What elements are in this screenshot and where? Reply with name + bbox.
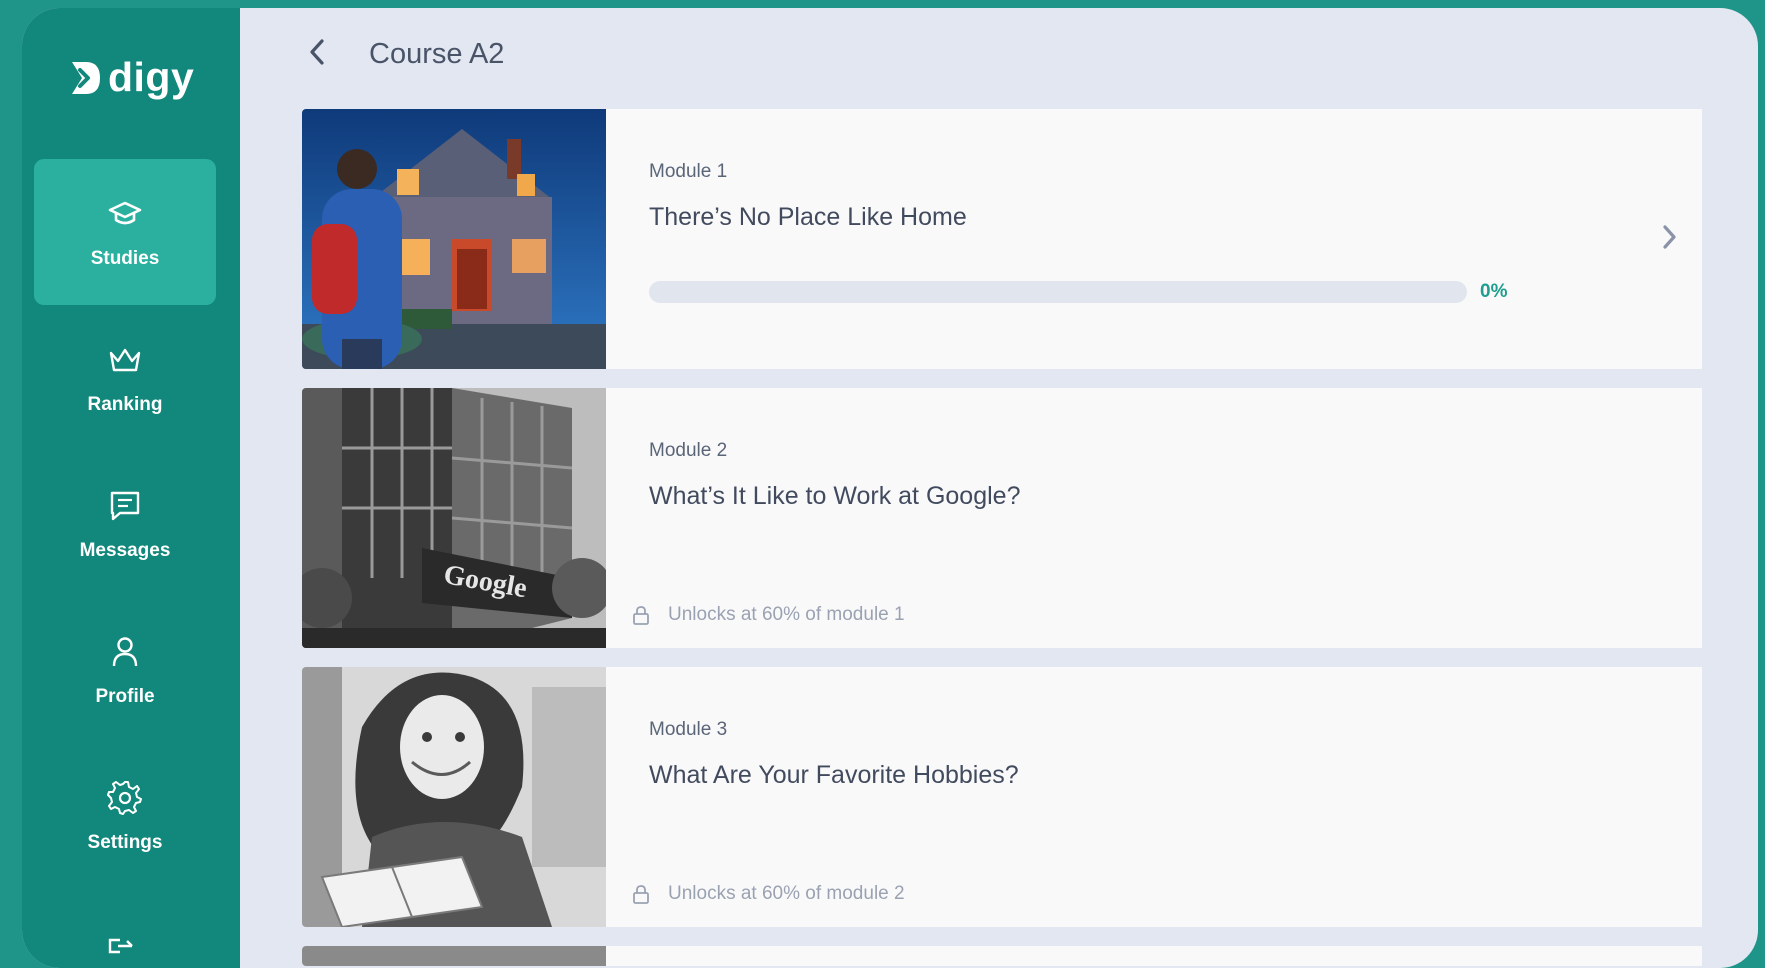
module-card-1[interactable]: Module 1 There’s No Place Like Home 0% [302,109,1702,369]
lock-icon [632,605,650,625]
message-icon [107,486,143,526]
lock-icon [632,884,650,904]
lock-status: Unlocks at 60% of module 1 [632,604,905,626]
sidebar-item-studies[interactable]: Studies [34,159,216,305]
module-title: What Are Your Favorite Hobbies? [649,761,1019,789]
main-content: Course A2 Module 1 There’s No Place Like… [240,8,1758,968]
lock-status: Unlocks at 60% of module 2 [632,883,905,905]
module-image [302,946,606,966]
gear-icon [107,778,143,818]
sidebar-item-label: Profile [95,686,155,707]
sidebar-item-profile[interactable]: Profile [34,597,216,743]
module-image [302,109,606,369]
module-label: Module 2 [649,440,728,461]
module-progress-bar [649,281,1467,303]
module-title: What’s It Like to Work at Google? [649,482,1021,510]
module-image [302,667,606,927]
progress-percent: 0% [1480,281,1508,302]
page-header: Course A2 [240,8,1758,108]
module-label: Module 3 [649,719,728,740]
chevron-right-icon [1662,224,1678,255]
sidebar: digy Studies Ranking Messages Profile Se… [22,8,240,968]
logo-text: digy [108,54,195,100]
sidebar-item-messages[interactable]: Messages [34,451,216,597]
unlock-requirement: Unlocks at 60% of module 1 [668,604,905,625]
chevron-left-icon [308,38,326,71]
sidebar-item-label: Ranking [87,394,163,415]
crown-icon [107,340,143,380]
graduation-cap-icon [107,194,143,234]
module-title: There’s No Place Like Home [649,203,967,231]
logo-mark-icon [72,61,100,94]
app-window: digy Studies Ranking Messages Profile Se… [22,8,1758,968]
module-label: Module 1 [649,161,728,182]
module-card-4[interactable] [302,946,1702,966]
back-button[interactable] [302,36,332,72]
page-title: Course A2 [369,38,505,70]
module-image: Google [302,388,606,648]
logout-icon[interactable] [106,936,136,961]
module-card-2[interactable]: Google Module 2 What’s It Like to Work a… [302,388,1702,648]
sidebar-item-settings[interactable]: Settings [34,743,216,889]
app-logo[interactable]: digy [68,54,194,101]
sidebar-item-label: Settings [87,832,163,853]
user-icon [107,632,143,672]
unlock-requirement: Unlocks at 60% of module 2 [668,883,905,904]
module-card-3[interactable]: Module 3 What Are Your Favorite Hobbies?… [302,667,1702,927]
open-module-button[interactable] [1658,221,1682,257]
sidebar-item-label: Studies [90,248,160,269]
sidebar-item-ranking[interactable]: Ranking [34,305,216,451]
sidebar-item-label: Messages [79,540,171,561]
